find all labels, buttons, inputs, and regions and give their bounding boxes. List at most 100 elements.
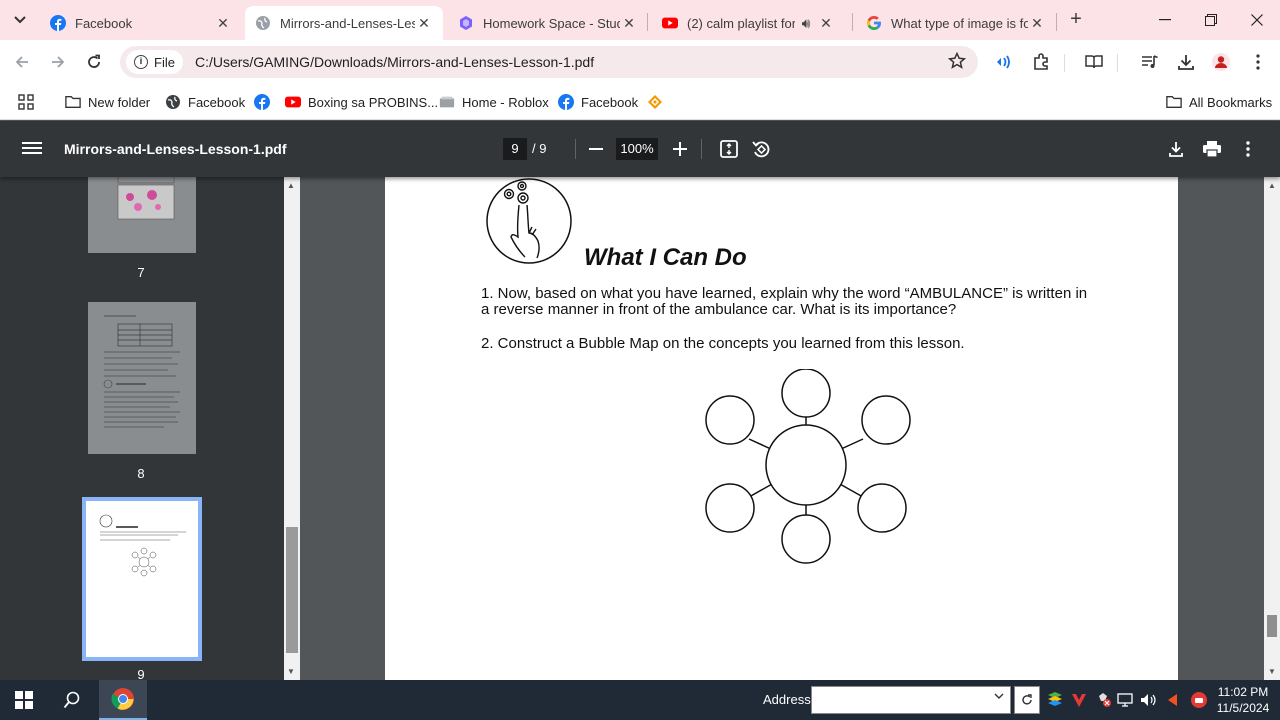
chrome-menu-button[interactable] (1246, 50, 1270, 74)
bookmark-facebook-icon-only[interactable] (254, 91, 277, 113)
zoom-out-button[interactable] (584, 137, 608, 161)
page-number-input[interactable]: 9 (503, 138, 527, 160)
site-info-chip[interactable]: i File (126, 50, 183, 74)
close-icon[interactable]: ✕ (817, 15, 835, 32)
all-bookmarks-button[interactable]: All Bookmarks (1166, 91, 1272, 113)
bookmark-facebook-2[interactable]: Facebook (558, 91, 638, 113)
scrollbar-thumb[interactable] (1267, 615, 1277, 637)
close-icon[interactable]: ✕ (415, 15, 433, 32)
start-button[interactable] (4, 680, 44, 720)
page-thumbnail-8[interactable] (88, 302, 196, 454)
close-window-button[interactable] (1234, 0, 1280, 40)
menu-icon[interactable] (22, 139, 42, 159)
close-icon[interactable]: ✕ (620, 15, 638, 32)
clock-time: 11:02 PM (1217, 685, 1269, 699)
tab-pdf[interactable]: Mirrors-and-Lenses-Lesson-1.pdf ✕ (245, 6, 443, 40)
pdf-title: Mirrors-and-Lenses-Lesson-1.pdf (64, 141, 287, 157)
pdf-toolbar: Mirrors-and-Lenses-Lesson-1.pdf 9 / 9 10… (0, 121, 1280, 177)
minimize-button[interactable] (1142, 0, 1188, 40)
outer-bubble (781, 514, 831, 564)
bluestacks-tray-icon[interactable] (1045, 680, 1065, 720)
url-text[interactable]: C:/Users/GAMING/Downloads/Mirrors-and-Le… (195, 54, 594, 70)
forward-arrow-icon (52, 56, 65, 68)
toolbar-separator (701, 139, 702, 159)
network-icon[interactable] (1116, 680, 1136, 720)
search-button[interactable] (52, 680, 92, 720)
print-button[interactable] (1200, 137, 1224, 161)
bookmark-new-folder[interactable]: New folder (65, 91, 150, 113)
hand-gear-illustration (486, 178, 572, 264)
new-tab-button[interactable]: + (1064, 8, 1088, 32)
thumbnail-sidebar: 7 8 9 ▲ ▼ (0, 177, 300, 680)
tab-search-button[interactable] (6, 7, 34, 33)
download-icon (1178, 55, 1194, 70)
system-clock[interactable]: 11:02 PM 11/5/2024 (1212, 684, 1274, 716)
scroll-up-arrow-icon[interactable]: ▲ (287, 181, 295, 190)
scrollbar-thumb[interactable] (286, 527, 298, 653)
document-scrollbar[interactable]: ▲ ▼ (1264, 177, 1280, 680)
page-thumbnail-7[interactable] (88, 177, 196, 253)
bookmark-star-icon[interactable] (947, 51, 967, 75)
tab-strip: Facebook ✕ Mirrors-and-Lenses-Lesson-1.p… (0, 0, 1280, 40)
more-actions-button[interactable] (1236, 137, 1260, 161)
tab-facebook[interactable]: Facebook ✕ (40, 6, 242, 40)
clock-date: 11/5/2024 (1216, 701, 1270, 715)
reload-icon (88, 54, 100, 68)
tab-separator (852, 13, 853, 31)
address-toolbar-input[interactable] (811, 686, 1011, 714)
back-button[interactable] (10, 50, 34, 74)
youtube-icon (285, 94, 301, 110)
close-icon[interactable]: ✕ (214, 15, 232, 32)
bookmark-roblox[interactable]: Home - Roblox (439, 91, 549, 113)
antivirus-tray-icon[interactable] (1069, 680, 1089, 720)
scroll-down-arrow-icon[interactable]: ▼ (287, 667, 295, 676)
extensions-button[interactable] (1029, 50, 1053, 74)
speaker-icon[interactable]: 🔊︎ (795, 15, 817, 32)
download-button[interactable] (1164, 137, 1188, 161)
bookmark-boxing[interactable]: Boxing sa PROBINS... (285, 91, 438, 113)
chevron-down-icon[interactable] (994, 690, 1004, 702)
restore-button[interactable] (1188, 0, 1234, 40)
zoom-input[interactable]: 100% (616, 138, 658, 160)
youtube-icon (662, 15, 678, 31)
tab-separator (647, 13, 648, 31)
read-aloud-button[interactable] (992, 50, 1016, 74)
rotate-button[interactable] (749, 137, 773, 161)
bookmark-facebook[interactable]: Facebook (165, 91, 245, 113)
close-icon (1251, 14, 1263, 26)
zoom-in-button[interactable] (668, 137, 692, 161)
address-go-button[interactable] (1014, 686, 1040, 714)
app-tray-icon[interactable] (1188, 680, 1210, 720)
tab-studyx[interactable]: Homework Space - StudyX ✕ (448, 6, 648, 40)
scroll-down-arrow-icon[interactable]: ▼ (1268, 667, 1276, 676)
chevron-down-icon (14, 16, 26, 24)
apps-button[interactable] (18, 91, 41, 113)
reload-button[interactable] (82, 50, 106, 74)
restore-icon (1205, 14, 1217, 26)
bookmark-label: Boxing sa PROBINS... (308, 94, 439, 110)
fit-to-page-button[interactable] (717, 137, 741, 161)
forward-button[interactable] (46, 50, 70, 74)
taskbar-chrome-button[interactable] (99, 680, 147, 720)
tab-title: Mirrors-and-Lenses-Lesson-1.pdf (280, 15, 415, 31)
volume-icon[interactable] (1139, 680, 1159, 720)
security-tray-icon[interactable] (1093, 680, 1113, 720)
tab-title: Facebook (75, 15, 133, 31)
tab-separator (1056, 13, 1057, 31)
page-thumbnail-9[interactable] (82, 497, 202, 661)
close-icon[interactable]: ✕ (1028, 15, 1046, 32)
address-bar[interactable]: i File C:/Users/GAMING/Downloads/Mirrors… (120, 46, 978, 78)
thumbnail-image (99, 514, 186, 577)
tab-youtube[interactable]: (2) calm playlist for studying 🔊︎ ✕ (652, 6, 852, 40)
tab-google[interactable]: What type of image is formed ✕ (856, 6, 1056, 40)
question-2: 2. Construct a Bubble Map on the concept… (481, 335, 965, 352)
muted-speaker-tray-icon[interactable] (1162, 680, 1182, 720)
downloads-button[interactable] (1174, 50, 1198, 74)
outer-bubble (857, 483, 907, 533)
bookmark-diamond[interactable] (647, 91, 670, 113)
scroll-up-arrow-icon[interactable]: ▲ (1268, 181, 1276, 190)
media-control-button[interactable] (1138, 50, 1162, 74)
reading-mode-button[interactable] (1082, 50, 1106, 74)
profile-button[interactable] (1209, 50, 1233, 74)
sidebar-scrollbar[interactable]: ▲ ▼ (284, 177, 300, 680)
